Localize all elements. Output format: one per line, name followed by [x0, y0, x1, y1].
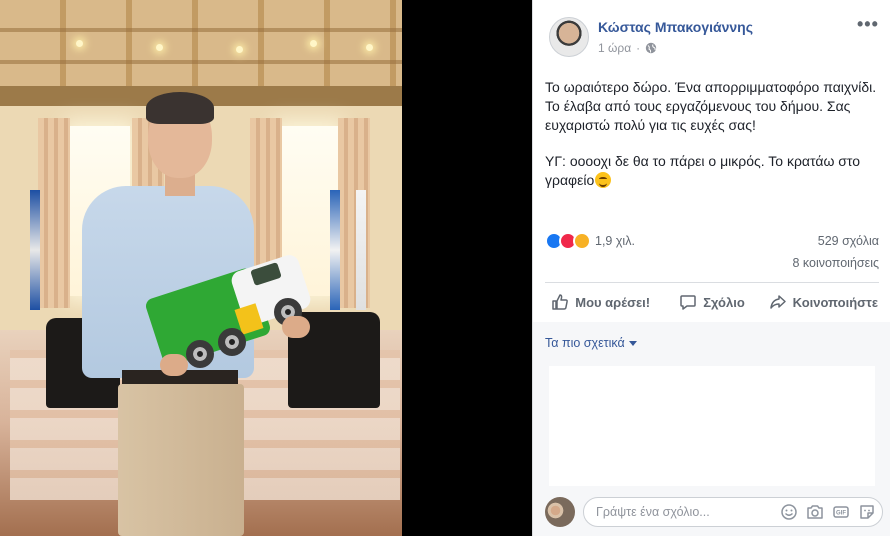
comment-button[interactable]: Σχόλιο — [656, 284, 767, 320]
like-button[interactable]: Μου αρέσει! — [545, 284, 656, 320]
reaction-count[interactable]: 1,9 χιλ. — [595, 234, 635, 248]
post-panel: Κώστας Μπακογιάννης 1 ώρα · ••• Το ωραιό… — [532, 0, 890, 536]
like-label: Μου αρέσει! — [575, 294, 651, 310]
caret-down-icon — [628, 340, 637, 346]
comment-sort-dropdown[interactable]: Τα πιο σχετικά — [545, 336, 637, 350]
toy-truck-wheel — [186, 340, 214, 368]
author-name[interactable]: Κώστας Μπακογιάννης — [598, 19, 753, 35]
toy-truck-wheel — [218, 328, 246, 356]
ceiling-light — [236, 46, 243, 53]
reactions-row: 1,9 χιλ. 529 σχόλια 8 κοινοποιήσεις — [545, 230, 879, 278]
person-hair — [146, 92, 214, 124]
comment-list — [549, 366, 875, 486]
ceiling-light — [310, 40, 317, 47]
svg-text:GIF: GIF — [836, 511, 846, 517]
post-paragraph: Το ωραιότερο δώρο. Ένα απορριμματοφόρο π… — [545, 79, 877, 133]
comment-label: Σχόλιο — [703, 294, 745, 310]
post-text: Το ωραιότερο δώρο. Ένα απορριμματοφόρο π… — [545, 78, 879, 207]
camera-icon[interactable] — [806, 503, 824, 521]
comments-count[interactable]: 529 σχόλια — [818, 234, 879, 248]
post-paragraph: ΥΓ: οοοοχι δε θα το πάρει ο μικρός. Το κ… — [545, 153, 861, 188]
flag — [330, 190, 340, 310]
ceiling-light — [366, 44, 373, 51]
gif-icon[interactable]: GIF — [832, 503, 850, 521]
ceiling-light — [76, 40, 83, 47]
share-label: Κοινοποιήστε — [792, 294, 879, 310]
shares-count[interactable]: 8 κοινοποιήσεις — [793, 256, 880, 270]
post-time[interactable]: 1 ώρα — [598, 41, 631, 55]
curtain — [38, 118, 70, 308]
haha-reaction-icon[interactable] — [573, 232, 591, 250]
user-avatar[interactable] — [545, 497, 575, 527]
comment-tools: GIF — [780, 503, 876, 521]
ceiling — [0, 0, 402, 92]
person-hand — [160, 354, 188, 376]
sticker-icon[interactable] — [858, 503, 876, 521]
ceiling-light — [156, 44, 163, 51]
smiling-face-emoji-icon — [595, 172, 612, 188]
post-meta: 1 ώρα · — [598, 41, 657, 55]
person-hand — [282, 316, 310, 338]
post-header: Κώστας Μπακογιάννης 1 ώρα · ••• — [533, 0, 890, 64]
post-photo[interactable] — [0, 0, 402, 536]
person-pants — [118, 384, 244, 536]
globe-icon — [645, 42, 657, 54]
divider — [545, 282, 879, 283]
write-comment-row: Γράψτε ένα σχόλιο... GIF — [533, 488, 890, 536]
comments-section: Τα πιο σχετικά Γράψτε ένα σχόλιο... GIF — [533, 322, 890, 536]
share-button[interactable]: Κοινοποιήστε — [768, 284, 879, 320]
thumbs-up-icon — [552, 294, 569, 310]
flag — [30, 190, 40, 310]
author-avatar[interactable] — [549, 17, 589, 57]
more-options-icon[interactable]: ••• — [857, 15, 878, 33]
comment-bubble-icon — [680, 295, 696, 310]
comment-placeholder: Γράψτε ένα σχόλιο... — [596, 505, 710, 519]
comment-input[interactable]: Γράψτε ένα σχόλιο... GIF — [583, 497, 883, 527]
sort-label: Τα πιο σχετικά — [545, 336, 625, 350]
share-arrow-icon — [769, 295, 786, 309]
emoji-icon[interactable] — [780, 503, 798, 521]
flag — [356, 190, 366, 310]
action-bar: Μου αρέσει! Σχόλιο Κοινοποιήστε — [545, 284, 879, 320]
